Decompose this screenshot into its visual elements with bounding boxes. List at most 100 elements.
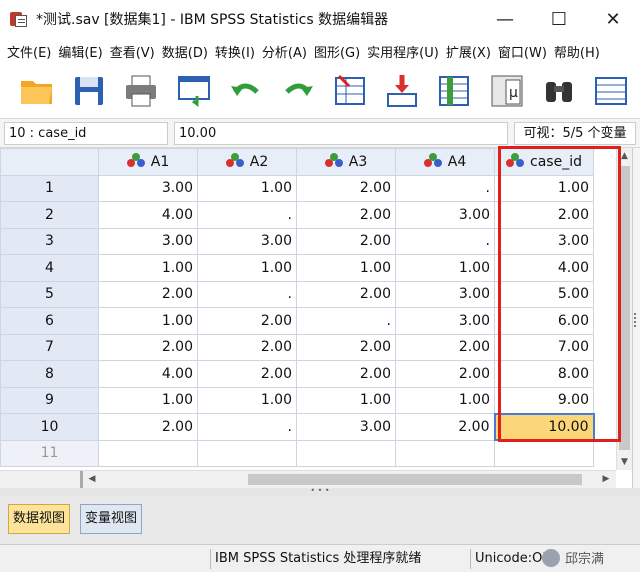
data-cell[interactable]: 1.00 bbox=[296, 386, 396, 414]
row-header[interactable]: 9 bbox=[0, 386, 99, 414]
menu-graphs[interactable]: 图形(G) bbox=[312, 42, 362, 61]
menu-view[interactable]: 查看(V) bbox=[108, 42, 157, 61]
scroll-down-arrow-icon[interactable]: ▼ bbox=[617, 454, 632, 470]
data-cell[interactable]: 3.00 bbox=[98, 174, 198, 202]
data-cell[interactable]: 3.00 bbox=[395, 201, 495, 229]
column-header-a1[interactable]: A1 bbox=[98, 148, 198, 176]
data-cell[interactable]: 3.00 bbox=[197, 227, 297, 255]
go-to-variable-icon[interactable] bbox=[379, 69, 425, 113]
data-cell[interactable]: 3.00 bbox=[395, 280, 495, 308]
data-cell[interactable]: 4.00 bbox=[494, 254, 594, 282]
data-cell[interactable]: 2.00 bbox=[296, 174, 396, 202]
scroll-left-arrow-icon[interactable]: ◀ bbox=[84, 471, 100, 488]
horizontal-scrollbar[interactable]: ◀ ▶ bbox=[0, 470, 616, 489]
redo-icon[interactable] bbox=[275, 69, 321, 113]
data-cell[interactable]: . bbox=[197, 413, 297, 441]
save-icon[interactable] bbox=[66, 69, 112, 113]
variables-icon[interactable] bbox=[431, 69, 477, 113]
print-icon[interactable] bbox=[118, 69, 164, 113]
column-header-case-id[interactable]: case_id bbox=[494, 148, 594, 176]
data-cell[interactable]: 2.00 bbox=[98, 280, 198, 308]
row-header[interactable]: 4 bbox=[0, 254, 99, 282]
menu-transform[interactable]: 转换(I) bbox=[213, 42, 257, 61]
row-header[interactable]: 3 bbox=[0, 227, 99, 255]
vertical-scrollbar[interactable]: ▲ ▼ bbox=[616, 148, 632, 470]
data-cell[interactable]: 1.00 bbox=[296, 254, 396, 282]
data-cell[interactable]: 8.00 bbox=[494, 360, 594, 388]
data-cell[interactable]: 2.00 bbox=[197, 307, 297, 335]
data-cell[interactable]: . bbox=[197, 280, 297, 308]
data-cell[interactable]: 2.00 bbox=[197, 333, 297, 361]
vertical-scroll-thumb[interactable] bbox=[619, 166, 630, 450]
pane-splitter-horizontal[interactable]: • • • bbox=[0, 487, 640, 496]
data-cell[interactable]: 2.00 bbox=[98, 333, 198, 361]
more-icon[interactable] bbox=[588, 69, 634, 113]
row-header[interactable]: 7 bbox=[0, 333, 99, 361]
row-header[interactable]: 5 bbox=[0, 280, 99, 308]
data-cell[interactable]: 2.00 bbox=[296, 227, 396, 255]
data-cell[interactable]: 1.00 bbox=[98, 386, 198, 414]
data-cell[interactable]: 2.00 bbox=[395, 360, 495, 388]
data-cell[interactable]: 2.00 bbox=[296, 360, 396, 388]
data-cell[interactable]: 10.00 bbox=[493, 412, 595, 441]
cell-value-field[interactable]: 10.00 bbox=[174, 122, 508, 145]
scroll-right-arrow-icon[interactable]: ▶ bbox=[598, 471, 614, 488]
data-cell[interactable]: 2.00 bbox=[395, 413, 495, 441]
data-cell[interactable]: 3.00 bbox=[98, 227, 198, 255]
grid-corner[interactable] bbox=[0, 148, 99, 176]
find-icon[interactable] bbox=[536, 69, 582, 113]
maximize-button[interactable]: ☐ bbox=[532, 0, 586, 38]
tab-data-view[interactable]: 数据视图 bbox=[8, 504, 71, 534]
data-cell[interactable]: 2.00 bbox=[395, 333, 495, 361]
data-cell[interactable]: . bbox=[395, 174, 495, 202]
data-cell[interactable]: 1.00 bbox=[395, 254, 495, 282]
horizontal-split-handle[interactable] bbox=[80, 471, 83, 489]
menu-help[interactable]: 帮助(H) bbox=[552, 42, 602, 61]
data-cell[interactable]: 2.00 bbox=[494, 201, 594, 229]
data-cell[interactable]: 7.00 bbox=[494, 333, 594, 361]
undo-icon[interactable] bbox=[223, 69, 269, 113]
data-cell[interactable]: 1.00 bbox=[395, 386, 495, 414]
menu-data[interactable]: 数据(D) bbox=[160, 42, 210, 61]
go-to-case-icon[interactable] bbox=[327, 69, 373, 113]
row-header[interactable]: 11 bbox=[0, 439, 99, 467]
data-cell[interactable]: 2.00 bbox=[197, 360, 297, 388]
close-button[interactable]: ✕ bbox=[586, 0, 640, 38]
menu-analyze[interactable]: 分析(A) bbox=[260, 42, 309, 61]
scroll-up-arrow-icon[interactable]: ▲ bbox=[617, 148, 632, 164]
data-cell[interactable]: 2.00 bbox=[98, 413, 198, 441]
data-cell[interactable]: 2.00 bbox=[296, 333, 396, 361]
data-cell[interactable]: . bbox=[395, 227, 495, 255]
menu-edit[interactable]: 编辑(E) bbox=[56, 42, 104, 61]
column-header-a2[interactable]: A2 bbox=[197, 148, 297, 176]
open-folder-icon[interactable] bbox=[14, 69, 60, 113]
data-cell[interactable]: 1.00 bbox=[197, 254, 297, 282]
data-cell[interactable]: 3.00 bbox=[395, 307, 495, 335]
menu-file[interactable]: 文件(E) bbox=[5, 42, 53, 61]
data-cell[interactable] bbox=[494, 439, 594, 467]
data-cell[interactable]: 3.00 bbox=[296, 413, 396, 441]
menu-utilities[interactable]: 实用程序(U) bbox=[365, 42, 441, 61]
data-cell[interactable] bbox=[98, 439, 198, 467]
data-cell[interactable]: 1.00 bbox=[197, 174, 297, 202]
row-header[interactable]: 10 bbox=[0, 413, 99, 441]
data-cell[interactable] bbox=[197, 439, 297, 467]
menu-extensions[interactable]: 扩展(X) bbox=[444, 42, 493, 61]
menu-window[interactable]: 窗口(W) bbox=[496, 42, 549, 61]
data-cell[interactable]: 1.00 bbox=[98, 307, 198, 335]
row-header[interactable]: 1 bbox=[0, 174, 99, 202]
pane-splitter-vertical[interactable] bbox=[632, 148, 640, 488]
tab-variable-view[interactable]: 变量视图 bbox=[80, 504, 143, 534]
minimize-button[interactable]: — bbox=[478, 0, 532, 38]
recall-dialog-icon[interactable] bbox=[171, 69, 217, 113]
data-cell[interactable]: 1.00 bbox=[494, 174, 594, 202]
value-labels-icon[interactable]: μ bbox=[484, 69, 530, 113]
row-header[interactable]: 8 bbox=[0, 360, 99, 388]
data-cell[interactable]: . bbox=[296, 307, 396, 335]
horizontal-scroll-thumb[interactable] bbox=[248, 474, 582, 485]
data-cell[interactable]: . bbox=[197, 201, 297, 229]
data-cell[interactable] bbox=[296, 439, 396, 467]
data-cell[interactable]: 5.00 bbox=[494, 280, 594, 308]
row-header[interactable]: 6 bbox=[0, 307, 99, 335]
row-header[interactable]: 2 bbox=[0, 201, 99, 229]
